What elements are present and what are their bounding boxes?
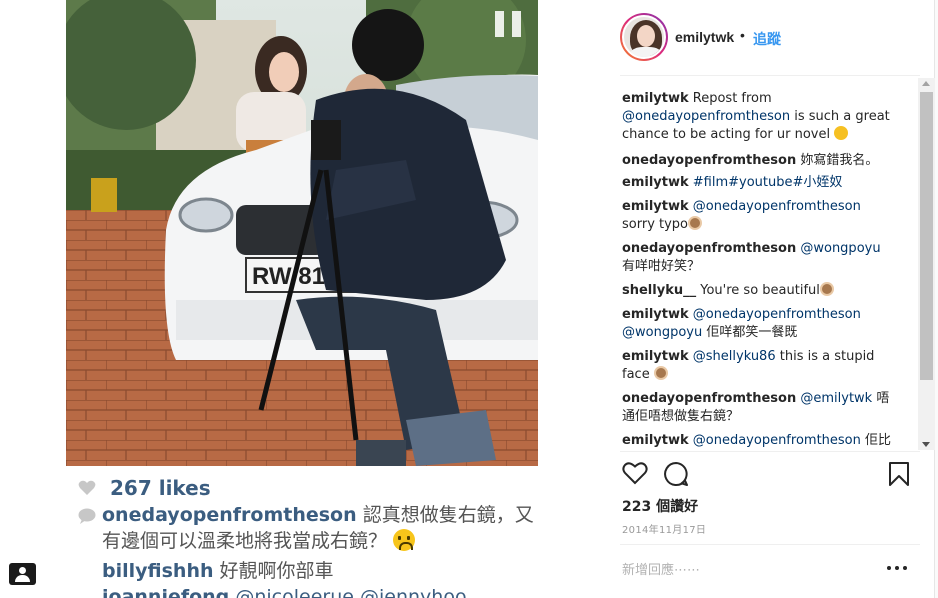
- media-likes-text: 267 likes: [110, 476, 211, 500]
- monkey-emoji: [819, 282, 834, 296]
- scroll-up-arrow[interactable]: [922, 81, 930, 86]
- avatar-photo: [622, 15, 666, 59]
- comment-list[interactable]: emilytwk Repost from @onedayopenfromthes…: [605, 78, 920, 450]
- media-comment-text: 好靚啊你部車: [219, 560, 334, 582]
- comment-item: onedayopenfromtheson 妳寫錯我名。: [622, 152, 894, 170]
- comment-text: sorry typo: [622, 217, 689, 232]
- comment-scrollbar[interactable]: [918, 78, 935, 450]
- comment-username[interactable]: shellyku__: [622, 283, 696, 298]
- svg-text:RW 81: RW 81: [252, 263, 325, 290]
- media-comment: billyfishhh 好靚啊你部車: [102, 558, 334, 584]
- comment-mention[interactable]: #film#youtube#小姪奴: [693, 175, 843, 190]
- monkey-emoji: [688, 216, 703, 230]
- pause-icon[interactable]: [495, 11, 521, 37]
- comment-username[interactable]: emilytwk: [622, 91, 689, 106]
- media-comment-text: 認真想做隻右鏡，又: [362, 504, 534, 526]
- post-sidebar: emilytwk • 追蹤 emilytwk Repost from @oned…: [605, 0, 935, 598]
- comment-mention[interactable]: @emilytwk: [800, 391, 872, 406]
- comment-item: emilytwk @shellyku86 this is a stupid fa…: [622, 348, 894, 384]
- comment-username[interactable]: emilytwk: [622, 433, 689, 448]
- sad-face-emoji: [393, 529, 416, 551]
- video-player[interactable]: RW 81: [66, 0, 538, 466]
- media-caption-area: 267 likes onedayopenfromtheson 認真想做隻右鏡，又…: [66, 466, 605, 598]
- comment-username[interactable]: onedayopenfromtheson: [622, 241, 796, 256]
- comment-item: emilytwk @onedayopenfromtheson @wongpoyu…: [622, 306, 894, 342]
- media-comment-text: @nicoleerue @jennyhoo: [235, 586, 467, 598]
- media-likes: 267 likes: [78, 476, 211, 500]
- comment-text: 有咩咁好笑？: [622, 259, 701, 274]
- comment-item: emilytwk @onedayopenfromtheson 佢比: [622, 432, 894, 450]
- media-comment-line-2: 有邊個可以溫柔地將我當成右鏡？: [102, 528, 534, 554]
- comment-text: 佢比: [860, 433, 892, 448]
- media-comment-user[interactable]: onedayopenfromtheson: [102, 504, 357, 526]
- heart-icon: [78, 480, 96, 495]
- likes-count[interactable]: 223 個讚好: [622, 496, 698, 516]
- comment-item: onedayopenfromtheson @wongpoyu 有咩咁好笑？: [622, 240, 894, 276]
- pause-bar-left: [495, 11, 504, 37]
- media-comment: joanniefong @nicoleerue @jennyhoo: [102, 584, 467, 598]
- comment-item: onedayopenfromtheson @emilytwk 唔通佢唔想做隻右鏡…: [622, 390, 894, 426]
- divider: [620, 451, 920, 452]
- comment-text: 妳寫錯我名。: [800, 153, 879, 168]
- bookmark-icon[interactable]: [888, 461, 910, 487]
- comment-mention[interactable]: @onedayopenfromtheson: [622, 109, 790, 124]
- media-panel: RW 81 267 likes onedayopenfromtheson 認真想…: [0, 0, 605, 598]
- monkey-emoji: [653, 366, 668, 380]
- comment-text: 佢咩都笑一餐既: [702, 325, 798, 340]
- scroll-thumb[interactable]: [920, 92, 933, 380]
- comment-item: emilytwk Repost from @onedayopenfromthes…: [622, 90, 894, 144]
- profile-badge-icon[interactable]: [9, 563, 36, 585]
- comment-mention[interactable]: @shellyku86: [693, 349, 776, 364]
- post-date[interactable]: 2014年11月17日: [622, 521, 706, 536]
- more-horizontal-icon[interactable]: [887, 566, 907, 572]
- avatar[interactable]: [620, 13, 668, 61]
- add-comment-input[interactable]: [622, 560, 862, 580]
- comment-text: You're so beautiful: [700, 283, 820, 298]
- comment-mention[interactable]: @onedayopenfromtheson: [693, 199, 861, 214]
- scroll-down-arrow[interactable]: [922, 442, 930, 447]
- media-comment: onedayopenfromtheson 認真想做隻右鏡，又 有邊個可以溫柔地將…: [78, 502, 534, 554]
- comment-username[interactable]: onedayopenfromtheson: [622, 153, 796, 168]
- comment-username[interactable]: emilytwk: [622, 199, 689, 214]
- video-frame: RW 81: [66, 0, 538, 466]
- comment-mention[interactable]: @onedayopenfromtheson: [693, 433, 861, 448]
- comment-item: emilytwk #film#youtube#小姪奴: [622, 174, 894, 192]
- post-header: emilytwk • 追蹤: [605, 0, 935, 75]
- media-comment-text-2: 有邊個可以溫柔地將我當成右鏡？: [102, 530, 388, 552]
- separator-dot: •: [740, 27, 745, 43]
- smile-emoji: [834, 126, 849, 140]
- media-comment-user[interactable]: joanniefong: [102, 586, 229, 598]
- comment-username[interactable]: emilytwk: [622, 349, 689, 364]
- media-comment-line-1: onedayopenfromtheson 認真想做隻右鏡，又: [102, 502, 534, 528]
- comment-username[interactable]: emilytwk: [622, 307, 689, 322]
- comment-text: Repost from: [692, 91, 772, 106]
- comment-username[interactable]: onedayopenfromtheson: [622, 391, 796, 406]
- divider: [620, 544, 920, 545]
- divider: [620, 75, 920, 76]
- comment-bubble-icon: [78, 508, 96, 524]
- post-modal: RW 81 267 likes onedayopenfromtheson 認真想…: [0, 0, 935, 598]
- comment-bubble-icon[interactable]: [663, 461, 689, 487]
- pause-bar-right: [512, 11, 521, 37]
- media-comment-user[interactable]: billyfishhh: [102, 560, 214, 582]
- follow-button[interactable]: 追蹤: [753, 29, 781, 49]
- comment-mention[interactable]: @wongpoyu: [800, 241, 880, 256]
- post-username[interactable]: emilytwk: [675, 29, 734, 45]
- heart-outline-icon[interactable]: [622, 461, 648, 485]
- comment-username[interactable]: emilytwk: [622, 175, 689, 190]
- comment-item: emilytwk @onedayopenfromtheson sorry typ…: [622, 198, 894, 234]
- comment-item: shellyku__ You're so beautiful: [622, 282, 894, 300]
